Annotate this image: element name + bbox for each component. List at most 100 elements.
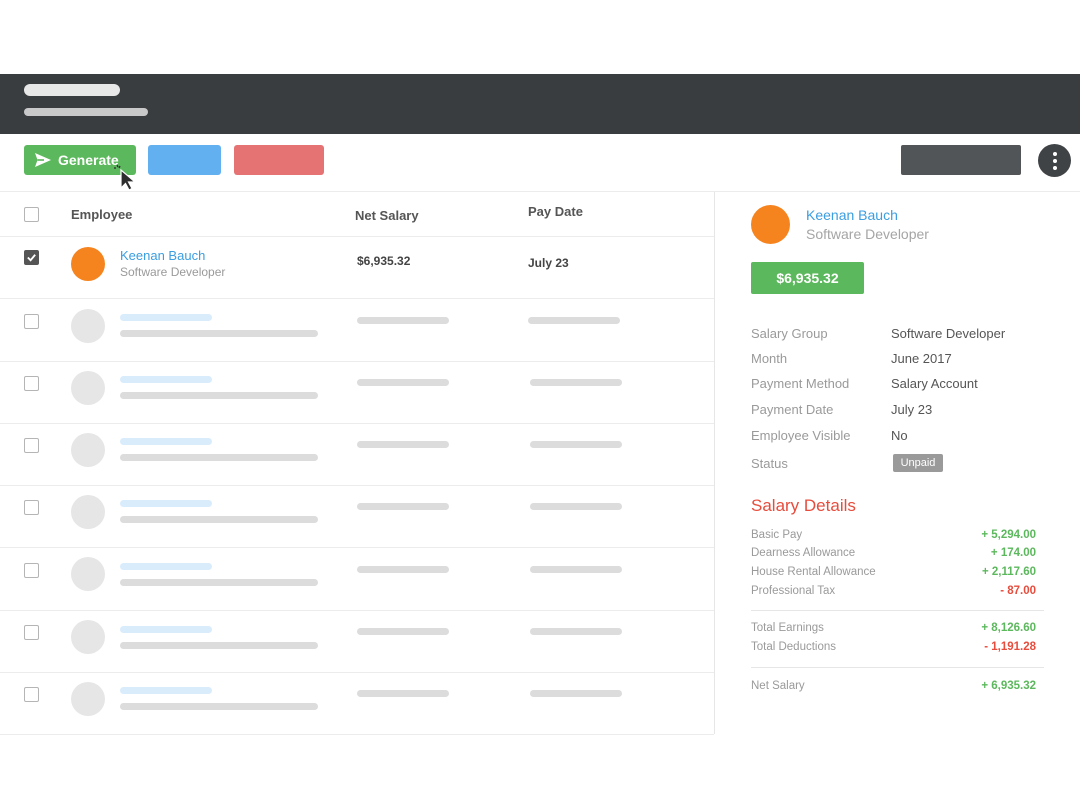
totals-divider [751,667,1044,668]
secondary-action-button[interactable] [148,145,221,175]
role-placeholder [120,516,318,523]
row-divider [0,672,714,673]
date-placeholder [528,317,620,324]
avatar [71,495,105,529]
net-salary-cell: $6,935.32 [357,254,411,268]
send-icon [35,153,51,167]
net-salary-label: Net Salary [751,680,805,692]
header-title-placeholder [24,84,120,96]
avatar [71,371,105,405]
date-placeholder [530,503,622,510]
net-amount-badge: $6,935.32 [751,262,864,294]
earning-value: + 174.00 [990,547,1036,559]
select-all-checkbox[interactable] [24,207,39,222]
deduction-label: Professional Tax [751,585,836,597]
detail-employee-name[interactable]: Keenan Bauch [806,207,898,223]
date-placeholder [530,690,622,697]
role-placeholder [120,330,318,337]
detail-employee-role: Software Developer [806,226,929,242]
row-divider [0,485,714,486]
header-subtitle-placeholder [24,108,148,116]
column-header-net-salary[interactable]: Net Salary [355,208,419,223]
role-placeholder [120,642,318,649]
column-header-pay-date[interactable]: Pay Date [528,204,583,219]
total-earnings-label: Total Earnings [751,622,824,634]
salary-placeholder [357,503,449,510]
check-icon [27,254,36,262]
name-placeholder [120,687,212,694]
row-checkbox[interactable] [24,250,39,265]
row-divider [0,361,714,362]
row-checkbox[interactable] [24,687,39,702]
avatar [71,682,105,716]
row-divider [0,298,714,299]
salary-details-heading: Salary Details [751,496,856,515]
row-divider [0,547,714,548]
detail-avatar [751,205,790,244]
avatar [71,433,105,467]
row-checkbox[interactable] [24,500,39,515]
info-value-employee-visible: No [891,428,908,443]
salary-placeholder [357,690,449,697]
date-placeholder [530,441,622,448]
info-value-salary-group: Software Developer [891,326,1006,341]
delete-button[interactable] [234,145,324,175]
net-salary-value: + 6,935.32 [981,680,1036,692]
row-checkbox[interactable] [24,438,39,453]
total-deductions-label: Total Deductions [751,641,837,653]
info-value-month: June 2017 [891,351,952,366]
generate-button-label: Generate [58,152,119,168]
column-header-employee[interactable]: Employee [71,207,132,222]
info-label-employee-visible: Employee Visible [751,428,851,443]
date-placeholder [530,628,622,635]
name-placeholder [120,626,212,633]
filter-button[interactable] [901,145,1021,175]
app-header [0,74,1080,134]
table-header-divider [0,236,714,237]
row-checkbox[interactable] [24,625,39,640]
row-divider [0,734,714,735]
name-placeholder [120,438,212,445]
more-options-button[interactable] [1038,144,1071,177]
employee-name[interactable]: Keenan Bauch [120,248,205,263]
info-label-month: Month [751,351,788,366]
earning-label: House Rental Allowance [751,566,876,578]
total-deductions-value: - 1,191.28 [984,641,1036,653]
info-label-payment-method: Payment Method [751,376,850,391]
info-label-salary-group: Salary Group [751,326,828,341]
date-placeholder [530,379,622,386]
name-placeholder [120,563,212,570]
more-vertical-icon [1052,151,1057,156]
avatar [71,309,105,343]
toolbar-divider [0,191,1080,192]
panel-divider [714,192,715,734]
total-earnings-value: + 8,126.60 [981,622,1036,634]
role-placeholder [120,703,318,710]
role-placeholder [120,392,318,399]
row-checkbox[interactable] [24,314,39,329]
info-label-status: Status [751,456,788,471]
row-checkbox[interactable] [24,563,39,578]
salary-placeholder [357,566,449,573]
info-value-payment-method: Salary Account [891,376,978,391]
date-placeholder [530,566,622,573]
avatar [71,620,105,654]
earning-label: Dearness Allowance [751,547,856,559]
name-placeholder [120,314,212,321]
salary-placeholder [357,441,449,448]
row-divider [0,423,714,424]
info-value-payment-date: July 23 [891,402,933,417]
row-divider [0,610,714,611]
status-badge: Unpaid [893,454,943,472]
name-placeholder [120,376,212,383]
earning-value: + 5,294.00 [981,529,1036,541]
deduction-value: - 87.00 [1000,585,1036,597]
row-checkbox[interactable] [24,376,39,391]
earning-label: Basic Pay [751,529,803,541]
role-placeholder [120,579,318,586]
name-placeholder [120,500,212,507]
salary-placeholder [357,379,449,386]
avatar [71,247,105,281]
salary-placeholder [357,317,449,324]
mouse-pointer-icon [114,164,137,191]
